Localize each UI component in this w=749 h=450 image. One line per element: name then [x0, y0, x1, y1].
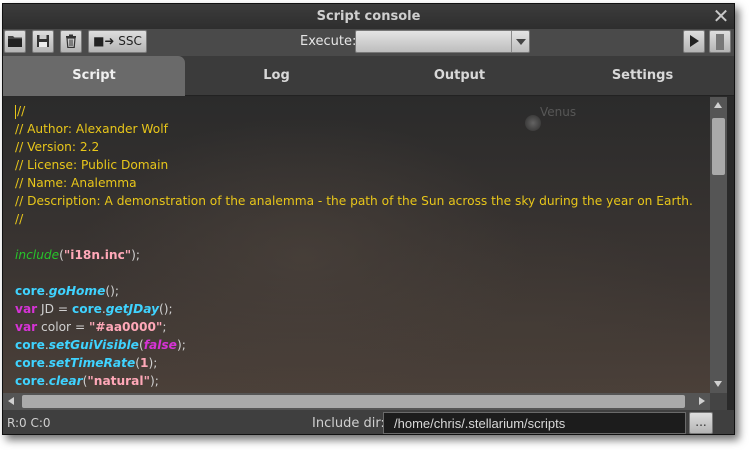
tab-log[interactable]: Log — [185, 56, 368, 96]
arrow-right-icon: ■➜ — [93, 34, 115, 48]
code-token: ); — [149, 374, 159, 388]
horizontal-scroll-thumb[interactable] — [22, 395, 685, 408]
code-token: color = — [37, 320, 90, 334]
code-token: // License: Public Domain — [15, 158, 169, 172]
code-line[interactable]: core.goHome(); — [15, 282, 710, 300]
code-line[interactable]: // Version: 2.2 — [15, 138, 710, 156]
trash-icon — [66, 34, 76, 48]
code-line[interactable]: core.clear("natural"); — [15, 372, 710, 390]
code-token: 1 — [140, 356, 149, 370]
scroll-left-icon[interactable] — [3, 393, 20, 410]
code-token: JD = — [37, 302, 73, 316]
tab-script[interactable]: Script — [3, 56, 185, 96]
floppy-disk-icon — [37, 35, 49, 47]
code-token: ); — [131, 248, 141, 262]
stop-icon — [716, 34, 724, 50]
code-token: false — [143, 338, 177, 352]
code-line[interactable]: core.setTimeRate(1); — [15, 354, 710, 372]
window-title: Script console — [316, 9, 421, 24]
code-line[interactable]: core.setGuiVisible(false); — [15, 336, 710, 354]
vertical-scroll-thumb[interactable] — [712, 118, 725, 175]
tab-settings[interactable]: Settings — [551, 56, 734, 96]
preprocess-ssc-button[interactable]: ■➜ SSC — [88, 30, 147, 53]
browse-button[interactable]: ... — [689, 412, 713, 434]
close-icon[interactable]: ✕ — [711, 5, 731, 27]
tab-output[interactable]: Output — [368, 56, 551, 96]
save-button[interactable] — [32, 30, 54, 53]
include-dir-label: Include dir: — [312, 416, 385, 431]
script-editor[interactable]: Venus // // Author: Alexander Wolf // Vers… — [3, 97, 710, 393]
code-line[interactable]: // — [15, 210, 710, 228]
code-token: "#aa0000" — [89, 320, 163, 334]
horizontal-scrollbar[interactable] — [3, 393, 710, 410]
code-line[interactable]: include("i18n.inc"); — [15, 246, 710, 264]
code-line[interactable] — [15, 228, 710, 246]
code-token: ); — [176, 338, 186, 352]
code-token: goHome — [48, 284, 106, 298]
code-line[interactable]: var JD = core.getJDay(); — [15, 300, 710, 318]
code-area[interactable]: // // Author: Alexander Wolf // Version: 2… — [15, 102, 710, 390]
code-token: // Version: 2.2 — [15, 140, 100, 154]
code-token: include — [15, 248, 60, 262]
include-dir-input[interactable] — [383, 412, 686, 434]
scroll-corner — [710, 393, 727, 410]
code-line[interactable]: var color = "#aa0000"; — [15, 318, 710, 336]
code-token: // Name: Analemma — [15, 176, 137, 190]
vertical-scrollbar[interactable] — [710, 97, 727, 393]
code-token: // Description: A demonstration of the a… — [15, 194, 693, 208]
code-token: setGuiVisible — [48, 338, 139, 352]
code-token: core — [15, 374, 45, 388]
folder-icon — [8, 36, 22, 47]
ssc-label: SSC — [118, 34, 142, 48]
code-line[interactable]: // License: Public Domain — [15, 156, 710, 174]
script-console-window: Script console ✕ ■➜ SSC Execute: Script … — [2, 3, 735, 435]
cursor-position: R:0 C:0 — [7, 416, 51, 430]
code-token: clear — [48, 374, 83, 388]
code-token: (); — [105, 284, 120, 298]
code-token: setTimeRate — [48, 356, 136, 370]
code-token: // — [15, 212, 24, 226]
planet-glow — [525, 115, 541, 131]
scroll-right-icon[interactable] — [693, 393, 710, 410]
code-token: var — [15, 320, 38, 334]
code-line[interactable] — [15, 264, 710, 282]
clear-button[interactable] — [60, 30, 82, 53]
code-token: getJDay — [105, 302, 160, 316]
execute-select[interactable] — [355, 30, 530, 53]
code-line[interactable]: // Description: A demonstration of the a… — [15, 192, 710, 210]
code-line[interactable]: // Author: Alexander Wolf — [15, 120, 710, 138]
open-button[interactable] — [4, 30, 26, 53]
stop-button[interactable] — [709, 30, 731, 53]
code-token: ); — [148, 356, 158, 370]
chevron-down-icon[interactable] — [511, 31, 529, 52]
code-token: // — [17, 104, 26, 118]
scroll-up-icon[interactable] — [710, 97, 727, 114]
execute-label: Execute: — [300, 34, 357, 49]
scroll-down-icon[interactable] — [710, 376, 727, 393]
title-bar: Script console ✕ — [3, 4, 734, 29]
code-token: core — [15, 356, 45, 370]
code-line[interactable]: // Name: Analemma — [15, 174, 710, 192]
tab-bar: Script Log Output Settings — [3, 56, 734, 96]
toolbar: ■➜ SSC Execute: — [3, 29, 734, 56]
status-bar: R:0 C:0 Include dir: ... — [3, 410, 734, 434]
code-token: core — [15, 284, 45, 298]
code-token: "natural" — [87, 374, 150, 388]
code-token: (); — [159, 302, 173, 316]
run-button[interactable] — [683, 30, 705, 53]
code-token: "i18n.inc" — [63, 248, 132, 262]
text-cursor — [15, 104, 16, 119]
code-token: core — [72, 302, 102, 316]
code-token: ; — [162, 320, 167, 334]
sky-label: Venus — [540, 105, 577, 119]
play-icon — [690, 35, 699, 47]
code-line[interactable]: // — [15, 102, 710, 120]
code-token: core — [15, 338, 45, 352]
code-token: var — [15, 302, 38, 316]
code-token: // Author: Alexander Wolf — [15, 122, 168, 136]
